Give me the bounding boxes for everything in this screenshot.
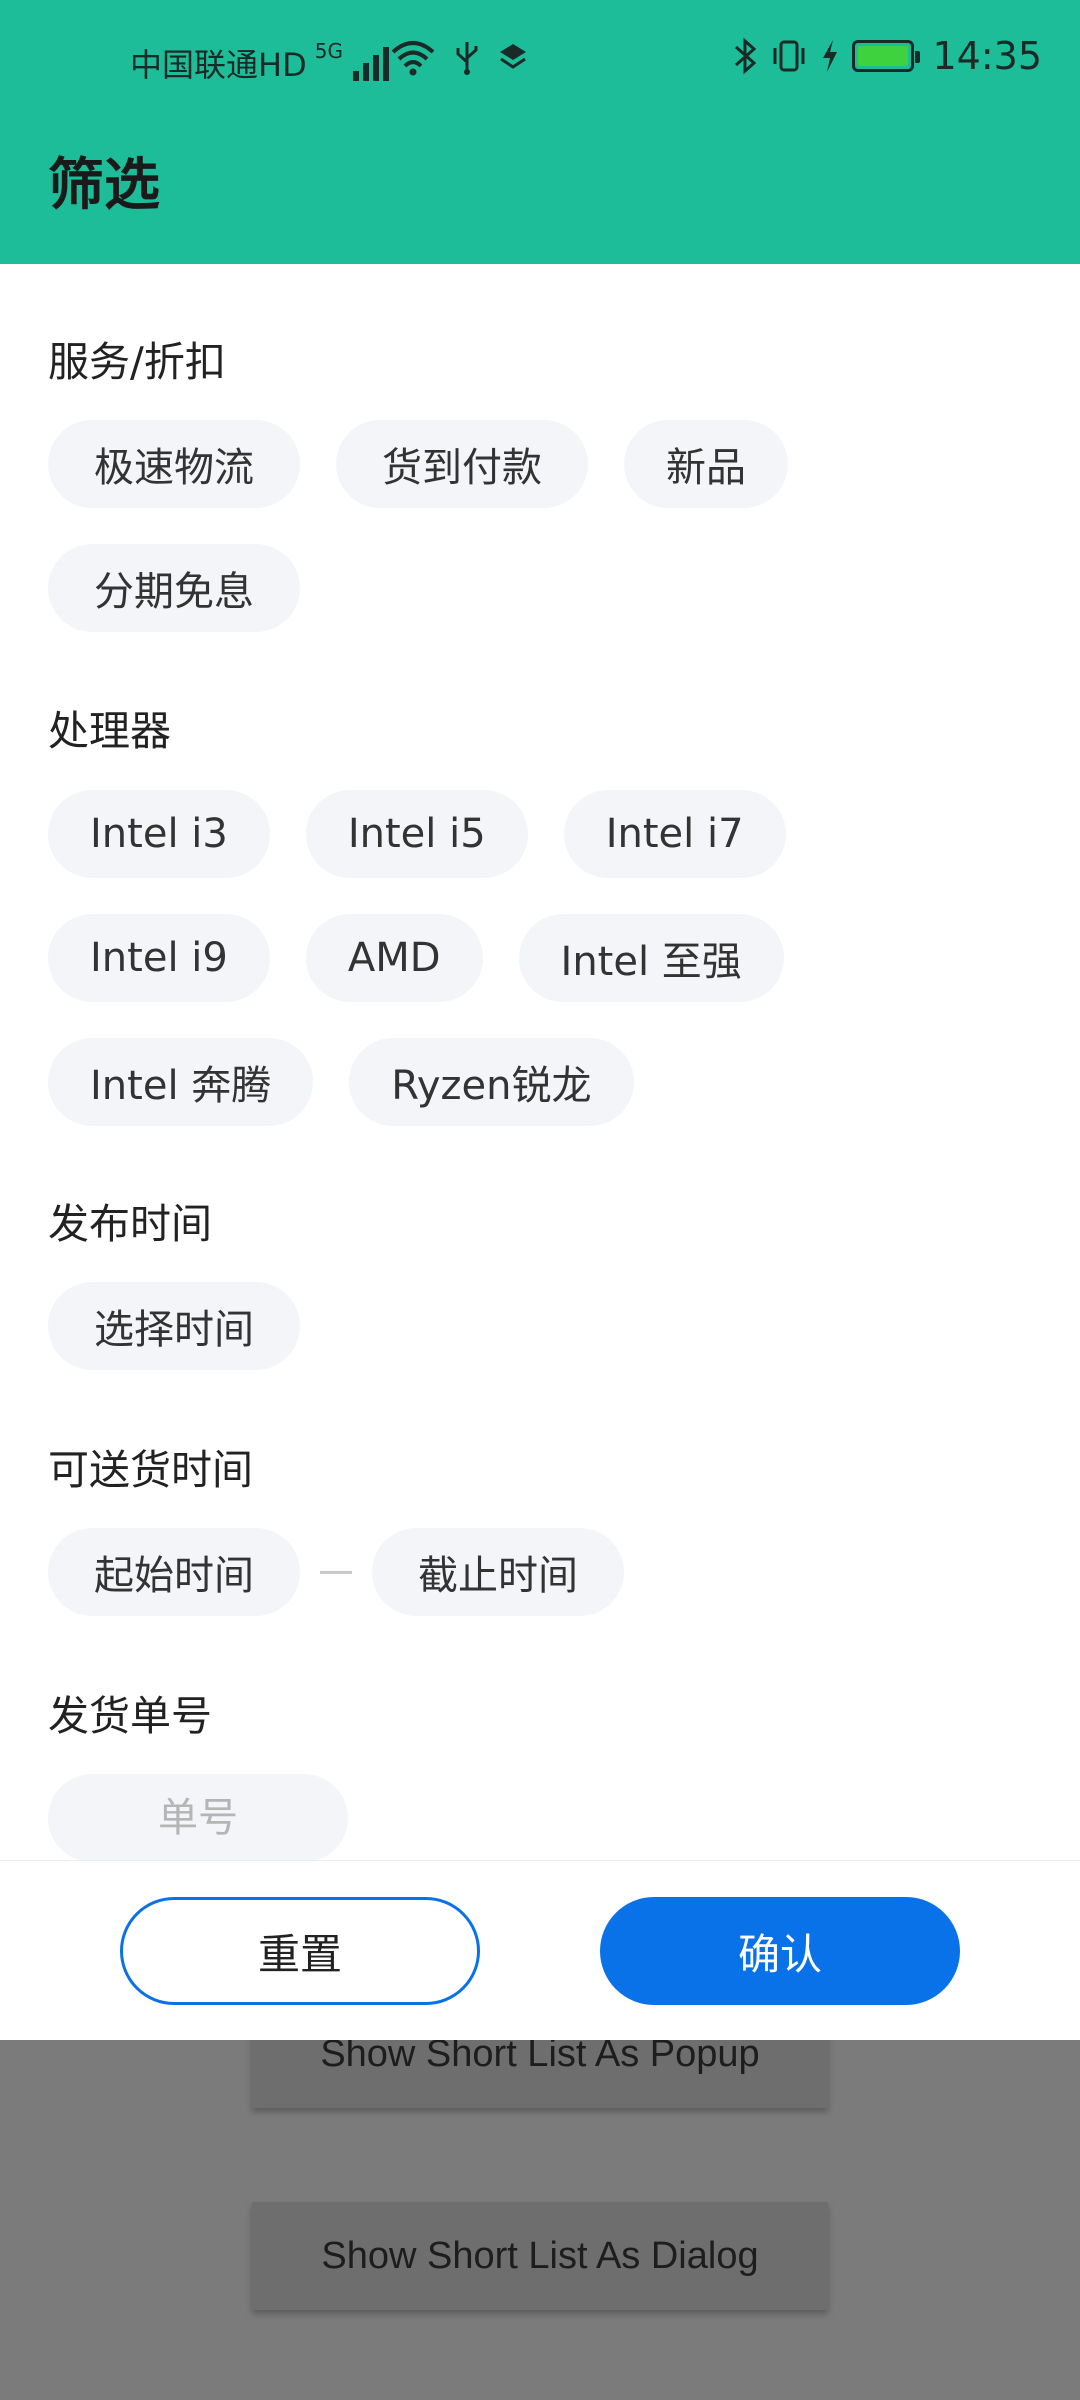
section-title-release-time: 发布时间 [48,1200,212,1248]
chip-intel-i3[interactable]: Intel i3 [48,790,270,878]
usb-icon [456,42,478,75]
status-icons [390,40,528,76]
chip-group-service: 极速物流 货到付款 新品 分期免息 [48,420,1032,632]
clock: 14:35 [932,34,1042,78]
chip-intel-i9[interactable]: Intel i9 [48,914,270,1002]
layers-icon [500,44,526,69]
charging-icon [823,40,838,72]
chip-amd[interactable]: AMD [305,914,483,1002]
carrier-info: 中国联通HD 5G [130,39,389,86]
section-title-delivery-time: 可送货时间 [48,1446,253,1494]
status-bar: 中国联通HD 5G 14:35 [0,0,1080,124]
range-separator [320,1570,352,1574]
chip-intel-pentium[interactable]: Intel 奔腾 [48,1038,314,1126]
chip-group-processor: Intel i3 Intel i5 Intel i7 Intel i9 AMD … [48,790,1032,1126]
chip-intel-i7[interactable]: Intel i7 [563,790,786,878]
chip-interest-free[interactable]: 分期免息 [48,544,300,632]
action-footer: 重置 确认 [0,1860,1080,2040]
end-time-button[interactable]: 截止时间 [372,1528,624,1616]
filter-panel: 服务/折扣 极速物流 货到付款 新品 分期免息 处理器 Intel i3 Int… [0,264,1080,1862]
bluetooth-icon [735,37,757,75]
confirm-button[interactable]: 确认 [600,1897,960,2005]
chip-fast-logistics[interactable]: 极速物流 [48,420,300,508]
section-title-service: 服务/折扣 [48,338,226,386]
vibrate-icon [773,40,805,72]
chip-new-product[interactable]: 新品 [624,420,788,508]
reset-button[interactable]: 重置 [120,1897,480,2005]
page-title: 筛选 [48,153,160,218]
wifi-icon [391,41,435,76]
chip-intel-i5[interactable]: Intel i5 [305,790,528,878]
chip-ryzen[interactable]: Ryzen锐龙 [349,1038,634,1126]
section-title-processor: 处理器 [48,707,171,755]
start-time-button[interactable]: 起始时间 [48,1528,300,1616]
chip-cash-on-delivery[interactable]: 货到付款 [336,420,588,508]
shipping-number-input[interactable] [48,1774,348,1862]
delivery-time-range: 起始时间 截止时间 [48,1528,1032,1616]
section-title-shipping-number: 发货单号 [48,1692,212,1740]
show-dialog-button: Show Short List As Dialog [252,2202,828,2310]
signal-icon [352,45,389,81]
network-type: 5G [314,39,343,63]
select-time-button[interactable]: 选择时间 [48,1282,300,1370]
system-icons: 14:35 [732,34,1042,78]
chip-group-release-time: 选择时间 [48,1282,1032,1370]
app-header: 中国联通HD 5G 14:35 筛选 [0,0,1080,264]
carrier-name: 中国联通HD [130,46,307,84]
chip-intel-xeon[interactable]: Intel 至强 [518,914,784,1002]
battery-icon [852,40,921,72]
